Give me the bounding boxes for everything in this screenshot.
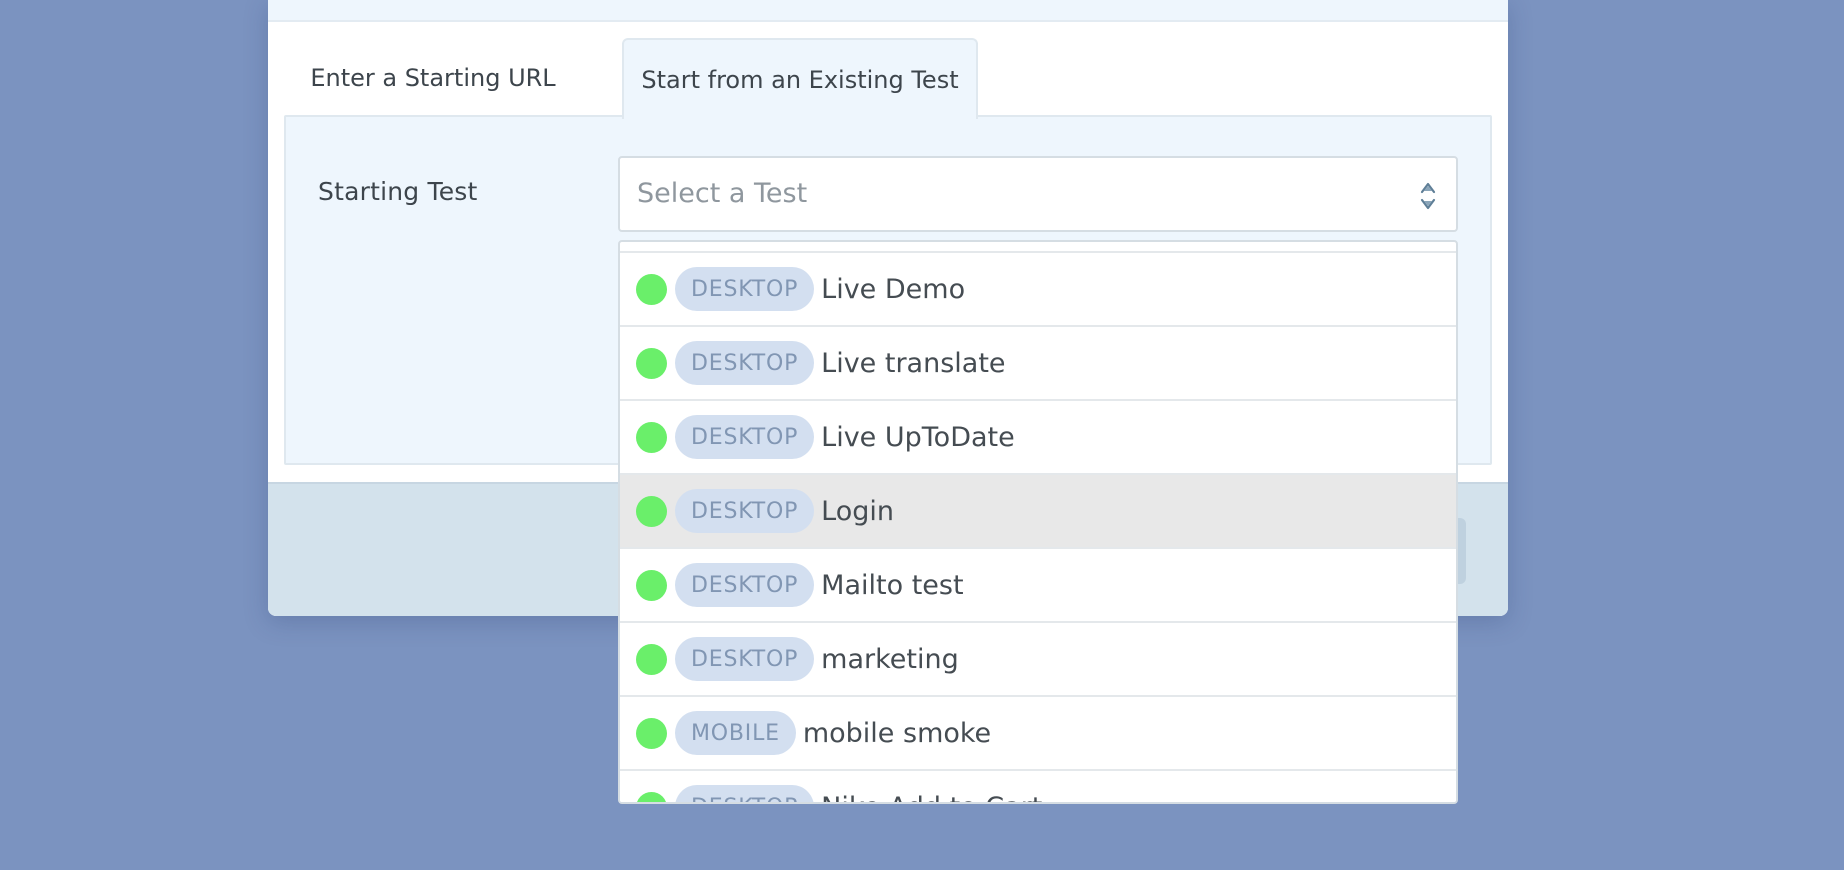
- up-down-arrows-icon: [1420, 180, 1436, 212]
- test-option[interactable]: DESKTOP Nike Add to Cart: [620, 771, 1456, 803]
- tab-start-from-existing-test[interactable]: Start from an Existing Test: [622, 38, 978, 119]
- select-placeholder: Select a Test: [637, 178, 808, 209]
- tab-label: Enter a Starting URL: [310, 63, 556, 92]
- status-dot-icon: [636, 347, 667, 379]
- test-option[interactable]: DESKTOP Live Demo: [620, 253, 1456, 327]
- platform-badge: DESKTOP: [675, 637, 815, 681]
- platform-badge: MOBILE: [675, 711, 796, 755]
- test-name: Nike Add to Cart: [821, 792, 1042, 803]
- test-option[interactable]: DESKTOP Live UpToDate: [620, 401, 1456, 475]
- test-name: Live UpToDate: [821, 421, 1015, 453]
- starting-test-select[interactable]: Select a Test: [618, 156, 1458, 232]
- status-dot-icon: [636, 569, 667, 601]
- test-name: mobile smoke: [802, 717, 992, 749]
- test-options-list: DESKTOP Live Demo DESKTOP Live translate…: [620, 251, 1456, 803]
- starting-test-label: Starting Test: [318, 177, 478, 206]
- platform-badge: DESKTOP: [675, 785, 815, 802]
- tab-enter-starting-url[interactable]: Enter a Starting URL: [310, 39, 556, 116]
- status-dot-icon: [636, 273, 667, 305]
- status-dot-icon: [636, 421, 667, 453]
- platform-badge: DESKTOP: [675, 415, 815, 459]
- status-dot-icon: [636, 643, 667, 675]
- test-option[interactable]: DESKTOP marketing: [620, 623, 1456, 697]
- test-name: Live Demo: [821, 273, 966, 305]
- tab-label: Start from an Existing Test: [641, 65, 959, 94]
- test-option-highlighted[interactable]: DESKTOP Login: [620, 475, 1456, 549]
- status-dot-icon: [636, 495, 667, 527]
- test-name: Live translate: [821, 347, 1006, 379]
- status-dot-icon: [636, 717, 667, 749]
- modal-header-strip: [268, 0, 1508, 22]
- status-dot-icon: [636, 791, 667, 802]
- test-name: Login: [821, 495, 894, 527]
- platform-badge: DESKTOP: [675, 267, 815, 311]
- test-option[interactable]: DESKTOP Mailto test: [620, 549, 1456, 623]
- test-dropdown-menu[interactable]: DESKTOP Live Demo DESKTOP Live translate…: [618, 240, 1458, 804]
- platform-badge: DESKTOP: [675, 489, 815, 533]
- test-name: Mailto test: [821, 569, 964, 601]
- test-name: marketing: [821, 643, 959, 675]
- test-option[interactable]: DESKTOP Live translate: [620, 327, 1456, 401]
- platform-badge: DESKTOP: [675, 341, 815, 385]
- platform-badge: DESKTOP: [675, 563, 815, 607]
- test-option[interactable]: MOBILE mobile smoke: [620, 697, 1456, 771]
